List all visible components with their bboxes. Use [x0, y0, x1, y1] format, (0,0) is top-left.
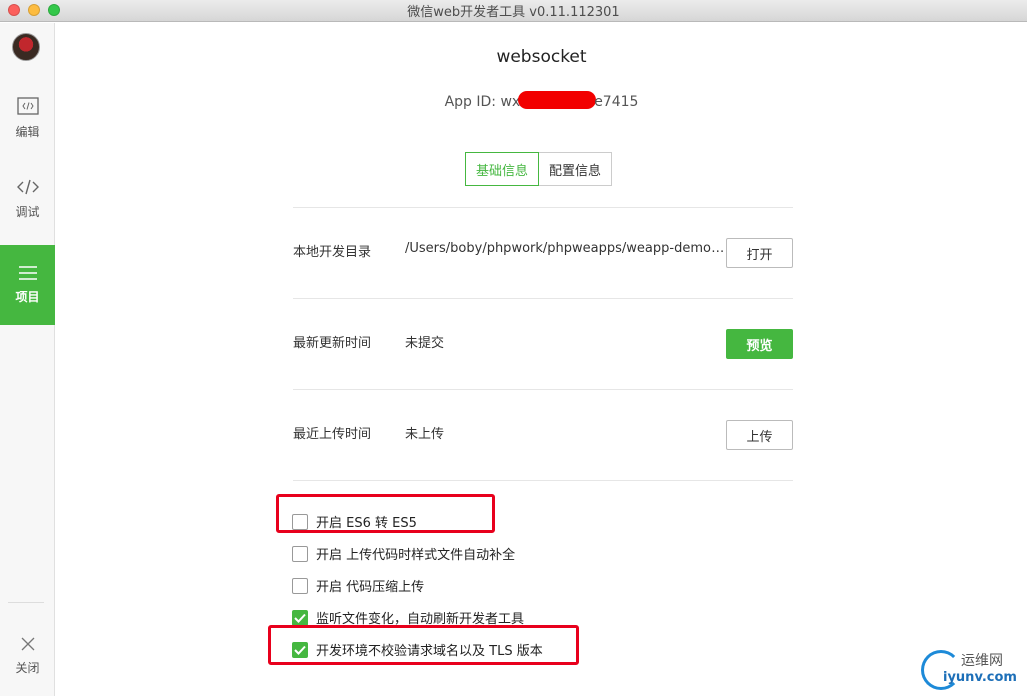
watermark-cn: 运维网 — [961, 653, 1003, 669]
annotation-highlight-box — [268, 625, 579, 665]
option-label: 开启 代码压缩上传 — [316, 580, 425, 595]
sidebar: 编辑 调试 项目 关闭 — [0, 23, 55, 696]
row-last-upload: 最近上传时间 未上传 上传 — [293, 389, 793, 480]
window-title: 微信web开发者工具 v0.11.112301 — [407, 5, 620, 20]
watermark-en: iyunv.com — [943, 670, 1017, 685]
divider — [293, 480, 793, 481]
sidebar-item-edit[interactable]: 编辑 — [0, 78, 55, 158]
redaction-mark — [518, 91, 597, 109]
checkmark-icon — [294, 613, 306, 623]
zoom-window-button[interactable] — [48, 4, 60, 16]
sidebar-item-label: 项目 — [15, 289, 40, 304]
row-last-update: 最新更新时间 未提交 预览 — [293, 298, 793, 389]
option-label: 开启 上传代码时样式文件自动补全 — [316, 548, 516, 563]
avatar[interactable] — [12, 33, 40, 61]
checkbox-checked[interactable] — [292, 609, 308, 626]
preview-button[interactable]: 预览 — [726, 329, 793, 359]
sidebar-item-project[interactable]: 项目 — [0, 245, 55, 325]
sidebar-divider — [8, 602, 44, 603]
row-label: 本地开发目录 — [293, 245, 372, 260]
row-value: 未提交 — [405, 336, 445, 351]
close-window-button[interactable] — [8, 4, 20, 16]
checkbox[interactable] — [292, 577, 308, 594]
code-brackets-icon — [16, 179, 39, 194]
window-controls — [8, 4, 60, 16]
row-local-dir: 本地开发目录 /Users/boby/phpwork/phpweapps/wea… — [293, 207, 793, 298]
close-icon — [21, 637, 34, 650]
sidebar-close-button[interactable]: 关闭 — [0, 616, 55, 696]
tab-basic-info[interactable]: 基础信息 — [465, 152, 540, 186]
tab-config-info[interactable]: 配置信息 — [539, 152, 613, 186]
sidebar-item-label: 调试 — [15, 204, 40, 219]
row-value: /Users/boby/phpwork/phpweapps/weapp-demo… — [405, 241, 725, 256]
minimize-window-button[interactable] — [28, 4, 40, 16]
sidebar-item-label: 编辑 — [15, 124, 40, 139]
tab-bar: 基础信息 配置信息 — [465, 152, 613, 186]
app-id-label: App ID: wx — [444, 94, 521, 110]
project-panel: websocket App ID: wx e7415 基础信息 配置信息 本地开发… — [56, 23, 1027, 696]
watermark-logo: 运维网 iyunv.com — [921, 646, 1021, 692]
row-label: 最近上传时间 — [293, 427, 372, 442]
app-id-suffix: e7415 — [594, 94, 639, 110]
app-id: App ID: wx e7415 — [56, 91, 1027, 110]
sidebar-item-debug[interactable]: 调试 — [0, 159, 55, 239]
sidebar-close-label: 关闭 — [15, 660, 40, 675]
title-bar: 微信web开发者工具 v0.11.112301 — [0, 0, 1027, 22]
open-button[interactable]: 打开 — [726, 238, 793, 268]
project-name: websocket — [496, 47, 587, 67]
upload-button[interactable]: 上传 — [726, 420, 793, 450]
code-frame-icon — [16, 96, 39, 115]
row-value: 未上传 — [405, 427, 445, 442]
annotation-highlight-box — [276, 494, 495, 533]
checkbox[interactable] — [292, 545, 308, 562]
option-minify-upload[interactable]: 开启 代码压缩上传 — [292, 576, 424, 595]
option-style-autocomplete[interactable]: 开启 上传代码时样式文件自动补全 — [292, 544, 515, 563]
menu-lines-icon — [18, 265, 37, 280]
row-label: 最新更新时间 — [293, 336, 372, 351]
